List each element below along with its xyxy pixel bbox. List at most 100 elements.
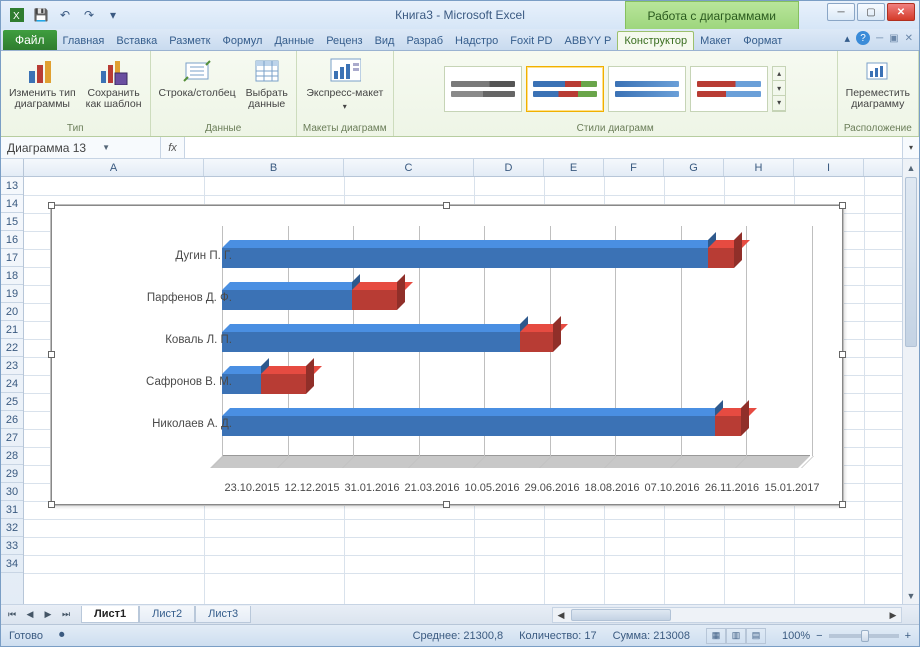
tab-вставка[interactable]: Вставка <box>110 32 163 50</box>
row-header[interactable]: 23 <box>1 357 23 375</box>
row-header[interactable]: 24 <box>1 375 23 393</box>
embedded-chart[interactable]: 23.10.201512.12.201531.01.201621.03.2016… <box>51 205 843 505</box>
last-sheet-icon[interactable]: ⏭ <box>57 607 75 623</box>
move-chart-button[interactable]: Переместить диаграмму <box>844 54 912 112</box>
row-header[interactable]: 18 <box>1 267 23 285</box>
switch-row-column-button[interactable]: Строка/столбец <box>157 54 238 101</box>
minimize-button[interactable]: ─ <box>827 3 855 21</box>
vertical-scrollbar[interactable]: ▲ ▼ <box>902 159 919 604</box>
column-header[interactable]: G <box>664 159 724 176</box>
row-header[interactable]: 25 <box>1 393 23 411</box>
column-header[interactable]: B <box>204 159 344 176</box>
scroll-up-icon[interactable]: ▲ <box>903 159 919 176</box>
file-tab[interactable]: Файл <box>3 30 57 50</box>
tab-foxit pd[interactable]: Foxit PD <box>504 32 558 50</box>
styles-scroll[interactable]: ▴▾▾ <box>772 66 786 112</box>
maximize-button[interactable]: ▢ <box>857 3 885 21</box>
row-header[interactable]: 29 <box>1 465 23 483</box>
column-header[interactable]: C <box>344 159 474 176</box>
scrollbar-thumb[interactable] <box>905 177 917 347</box>
bar-row[interactable] <box>222 290 812 310</box>
column-header[interactable]: E <box>544 159 604 176</box>
row-header[interactable]: 20 <box>1 303 23 321</box>
row-header[interactable]: 30 <box>1 483 23 501</box>
row-header[interactable]: 22 <box>1 339 23 357</box>
row-header[interactable]: 14 <box>1 195 23 213</box>
row-header[interactable]: 31 <box>1 501 23 519</box>
formula-input[interactable] <box>185 137 902 158</box>
tab-главная[interactable]: Главная <box>57 32 111 50</box>
column-header[interactable]: A <box>24 159 204 176</box>
row-header[interactable]: 13 <box>1 177 23 195</box>
row-header[interactable]: 19 <box>1 285 23 303</box>
tab-разметк[interactable]: Разметк <box>163 32 216 50</box>
tab-формул[interactable]: Формул <box>216 32 268 50</box>
row-header[interactable]: 28 <box>1 447 23 465</box>
style-thumb-3[interactable] <box>608 66 686 112</box>
sheet-nav-buttons[interactable]: ⏮ ◀ ▶ ⏭ <box>1 607 77 623</box>
tab-реценз[interactable]: Реценз <box>320 32 368 50</box>
column-header[interactable]: I <box>794 159 864 176</box>
resize-handle[interactable] <box>443 202 450 209</box>
row-header[interactable]: 34 <box>1 555 23 573</box>
normal-view-icon[interactable]: ▦ <box>706 628 726 644</box>
doc-restore-icon[interactable]: ▣ <box>889 33 898 44</box>
tab-abbyy p[interactable]: ABBYY P <box>558 32 617 50</box>
scrollbar-thumb[interactable] <box>571 609 671 621</box>
style-thumb-4[interactable] <box>690 66 768 112</box>
redo-icon[interactable]: ↷ <box>79 5 99 25</box>
select-data-button[interactable]: Выбрать данные <box>244 54 290 112</box>
macro-record-icon[interactable]: ⏺ <box>59 629 65 642</box>
doc-close-icon[interactable]: ✕ <box>905 33 913 44</box>
first-sheet-icon[interactable]: ⏮ <box>3 607 21 623</box>
scroll-right-icon[interactable]: ▶ <box>885 610 901 621</box>
tab-разраб[interactable]: Разраб <box>400 32 449 50</box>
resize-handle[interactable] <box>839 501 846 508</box>
scroll-down-icon[interactable]: ▼ <box>903 587 919 604</box>
zoom-slider[interactable] <box>829 634 899 638</box>
bar-row[interactable] <box>222 248 812 268</box>
tab-данные[interactable]: Данные <box>268 32 320 50</box>
minimize-ribbon-icon[interactable]: ▴ <box>845 32 851 45</box>
tab-надстро[interactable]: Надстро <box>449 32 504 50</box>
sheet-tab[interactable]: Лист1 <box>81 606 139 623</box>
zoom-control[interactable]: 100% − + <box>782 630 911 642</box>
save-as-template-button[interactable]: Сохранить как шаблон <box>84 54 144 112</box>
quick-layout-button[interactable]: Экспресс-макет ▾ <box>304 54 385 114</box>
page-layout-view-icon[interactable]: ▥ <box>726 628 746 644</box>
row-header[interactable]: 27 <box>1 429 23 447</box>
close-button[interactable]: ✕ <box>887 3 915 21</box>
view-buttons[interactable]: ▦ ▥ ▤ <box>706 628 766 644</box>
column-headers[interactable]: ABCDEFGHI <box>24 159 902 177</box>
row-header[interactable]: 32 <box>1 519 23 537</box>
bar-row[interactable] <box>222 332 812 352</box>
row-header[interactable]: 17 <box>1 249 23 267</box>
fx-button[interactable]: fx <box>161 137 185 158</box>
prev-sheet-icon[interactable]: ◀ <box>21 607 39 623</box>
chart-plot-area[interactable] <box>222 226 822 468</box>
resize-handle[interactable] <box>839 351 846 358</box>
help-icon[interactable]: ? <box>856 31 870 45</box>
row-header[interactable]: 33 <box>1 537 23 555</box>
chart-styles-gallery[interactable]: ▴▾▾ <box>444 54 786 123</box>
style-thumb-2[interactable] <box>526 66 604 112</box>
doc-minimize-icon[interactable]: ─ <box>876 33 883 44</box>
sheet-tab[interactable]: Лист2 <box>139 606 195 623</box>
style-thumb-1[interactable] <box>444 66 522 112</box>
row-header[interactable]: 15 <box>1 213 23 231</box>
worksheet-grid[interactable]: ABCDEFGHI 131415161718192021222324252627… <box>1 159 919 604</box>
bar-row[interactable] <box>222 374 812 394</box>
next-sheet-icon[interactable]: ▶ <box>39 607 57 623</box>
resize-handle[interactable] <box>48 351 55 358</box>
zoom-in-icon[interactable]: + <box>905 630 911 642</box>
tab-макет[interactable]: Макет <box>694 32 737 50</box>
row-header[interactable]: 26 <box>1 411 23 429</box>
resize-handle[interactable] <box>48 501 55 508</box>
save-icon[interactable]: 💾 <box>31 5 51 25</box>
qat-dropdown-icon[interactable]: ▾ <box>103 5 123 25</box>
resize-handle[interactable] <box>839 202 846 209</box>
tab-формат[interactable]: Формат <box>737 32 788 50</box>
resize-handle[interactable] <box>48 202 55 209</box>
name-box[interactable]: Диаграмма 13 ▼ <box>1 137 161 158</box>
sheet-tab[interactable]: Лист3 <box>195 606 251 623</box>
